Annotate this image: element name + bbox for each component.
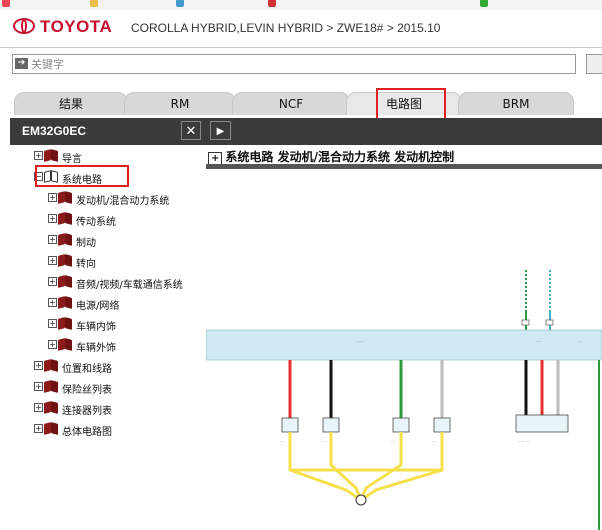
expand-panel-button[interactable]: ▶	[210, 121, 231, 140]
expand-toggle-icon[interactable]: +	[34, 361, 43, 370]
tree-node-label: 连接器列表	[62, 406, 112, 417]
tree-node-label: 位置和线路	[62, 364, 112, 375]
title-underline	[206, 164, 602, 169]
ground-point-icon	[355, 494, 367, 506]
bookmarks-bar	[0, 0, 602, 10]
search-input[interactable]	[31, 55, 571, 73]
tab-brm[interactable]: BRM	[458, 92, 574, 115]
search-row: ➔	[0, 48, 602, 88]
bookmark-item[interactable]	[2, 0, 13, 9]
bookmark-item[interactable]	[176, 0, 187, 9]
expand-toggle-icon[interactable]: +	[48, 235, 57, 244]
book-icon	[58, 317, 73, 330]
expand-toggle-icon[interactable]: +	[48, 319, 57, 328]
tree-node-label: 车辆外饰	[76, 343, 116, 354]
tree-node-label: 制动	[76, 238, 96, 249]
expand-toggle-icon[interactable]: +	[34, 151, 43, 160]
tree-node-label: 车辆内饰	[76, 322, 116, 333]
close-button[interactable]: ✕	[181, 121, 201, 140]
open-book-icon	[44, 170, 59, 183]
svg-text:....: ....	[432, 438, 437, 443]
expand-toggle-icon[interactable]: +	[34, 403, 43, 412]
tab-strip: 结果 RM NCF 电路图 BRM	[0, 88, 602, 115]
tree-node-label: 转向	[76, 259, 96, 270]
expand-toggle-icon[interactable]: +	[48, 256, 57, 265]
svg-text:....: ....	[280, 438, 285, 443]
tree-node-label: 电源/网络	[76, 301, 120, 312]
tab-wiring-diagram[interactable]: 电路图	[346, 92, 462, 115]
book-icon	[44, 149, 59, 162]
tree-node-label: 系统电路	[62, 175, 102, 186]
expand-toggle-icon[interactable]: +	[48, 340, 57, 349]
brand-logo-text: TOYOTA	[40, 17, 113, 36]
tab-ncf[interactable]: NCF	[232, 92, 350, 115]
tree-node-label: 总体电路图	[62, 427, 112, 438]
book-icon	[58, 338, 73, 351]
book-icon	[58, 212, 73, 225]
book-icon	[58, 191, 73, 204]
book-icon	[58, 275, 73, 288]
tree-node-label: 传动系统	[76, 217, 116, 228]
left-panel-header: EM32G0EC ✕	[10, 118, 206, 145]
expand-toggle-icon[interactable]: +	[48, 298, 57, 307]
diagram-title: + 系统电路 发动机/混合动力系统 发动机控制	[208, 148, 454, 165]
tab-rm[interactable]: RM	[124, 92, 236, 115]
book-icon	[58, 254, 73, 267]
book-icon	[44, 359, 59, 372]
book-icon	[44, 380, 59, 393]
bookmark-item[interactable]	[268, 0, 279, 9]
expand-toggle-icon[interactable]: +	[34, 424, 43, 433]
svg-text:....: ....	[391, 438, 396, 443]
tree-node-label: 音频/视频/车载通信系统	[76, 280, 183, 291]
search-box: ➔	[12, 54, 576, 74]
expand-toggle-icon[interactable]: +	[34, 382, 43, 391]
svg-text:....: ....	[321, 438, 326, 443]
book-icon	[58, 296, 73, 309]
app-header: TOYOTA COROLLA HYBRID,LEVIN HYBRID > ZWE…	[0, 10, 602, 48]
search-button[interactable]	[586, 54, 602, 74]
svg-text:......: ......	[536, 339, 542, 343]
tree-node-label: 发动机/混合动力系统	[76, 196, 170, 207]
ecu-bar	[206, 329, 602, 361]
expand-toggle-icon[interactable]: +	[48, 193, 57, 202]
book-icon	[58, 233, 73, 246]
diagram-header: ▶	[206, 118, 602, 145]
tree-node-label: 导言	[62, 154, 82, 165]
toyota-logo-icon	[13, 18, 35, 34]
book-icon	[44, 422, 59, 435]
tab-results[interactable]: 结果	[14, 92, 128, 115]
nav-tree: + 导言 − 系统电路 + 发动机/混合动力系统 + 传动系统 + 制动 + 转…	[10, 145, 207, 530]
search-icon[interactable]: ➔	[15, 58, 28, 69]
expand-toggle-icon[interactable]: +	[48, 277, 57, 286]
wiring-schematic[interactable]: ......... ...... .... .... .... .... ...…	[206, 170, 602, 530]
wiring-diagram-panel: + 系统电路 发动机/混合动力系统 发动机控制 ......... ...... …	[206, 145, 602, 530]
book-icon	[44, 401, 59, 414]
svg-text:.........: .........	[356, 339, 365, 343]
svg-text:..........: ..........	[518, 438, 531, 443]
breadcrumb[interactable]: COROLLA HYBRID,LEVIN HYBRID > ZWE18# > 2…	[131, 21, 440, 35]
svg-text:....: ....	[578, 339, 582, 343]
collapse-toggle-icon[interactable]: −	[34, 172, 43, 181]
bookmark-item[interactable]	[90, 0, 101, 9]
expand-toggle-icon[interactable]: +	[48, 214, 57, 223]
tree-node-label: 保险丝列表	[62, 385, 112, 396]
panel-title: EM32G0EC	[22, 124, 87, 138]
bookmark-item[interactable]	[480, 0, 491, 9]
